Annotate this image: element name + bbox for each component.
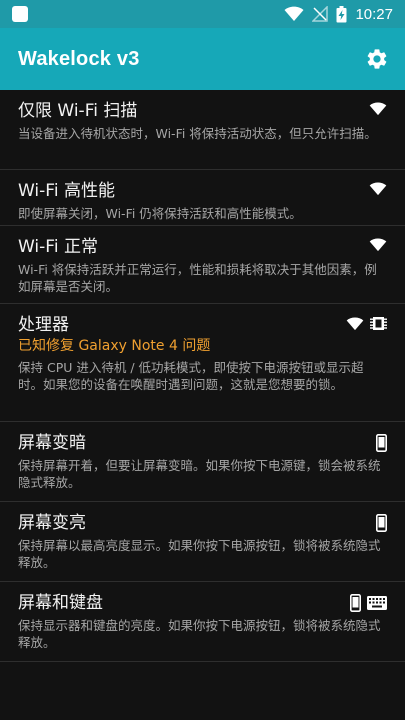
item-description: Wi-Fi 将保持活跃并正常运行，性能和损耗将取决于其他因素，例如屏幕是否关闭。 [18, 262, 377, 294]
no-signal-icon [312, 6, 329, 22]
list-item-processor[interactable]: 处理器 已知修复 Galaxy Note 4 问题 保持 CPU 进入待机 / … [0, 304, 405, 422]
item-title: 屏幕和键盘 [18, 593, 103, 613]
item-title: 屏幕变暗 [18, 433, 86, 453]
item-description: 保持屏幕开着，但要让屏幕变暗。如果你按下电源键，锁会被系统隐式释放。 [18, 458, 381, 490]
phone-icon [376, 434, 387, 452]
app-notification-icon [12, 6, 28, 22]
item-title: Wi-Fi 正常 [18, 237, 98, 257]
phone-icon [376, 514, 387, 532]
list-item-screen-dim[interactable]: 屏幕变暗 保持屏幕开着，但要让屏幕变暗。如果你按下电源键，锁会被系统隐式释放。 [0, 422, 405, 502]
settings-button[interactable] [363, 45, 391, 73]
phone-icon [350, 594, 361, 612]
list-item-wifi-high-perf[interactable]: Wi-Fi 高性能 即使屏幕关闭，Wi-Fi 仍将保持活跃和高性能模式。 [0, 170, 405, 226]
item-title: 仅限 Wi-Fi 扫描 [18, 101, 138, 121]
wifi-icon [369, 102, 387, 116]
item-description: 当设备进入待机状态时，Wi-Fi 将保持活动状态，但只允许扫描。 [18, 126, 377, 141]
item-title: 处理器 [18, 315, 69, 335]
item-description: 保持 CPU 进入待机 / 低功耗模式，即使按下电源按钮或显示超时。如果您的设备… [18, 360, 364, 392]
item-description: 即使屏幕关闭，Wi-Fi 仍将保持活跃和高性能模式。 [18, 206, 302, 221]
cpu-chip-icon [370, 317, 387, 330]
item-description: 保持屏幕以最高亮度显示。如果你按下电源按钮，锁将被系统隐式释放。 [18, 538, 381, 570]
list-item-screen-keyboard[interactable]: 屏幕和键盘 保持显示器和键盘的亮度。如果你按下电源按钮，锁将被系统隐式释放。 [0, 582, 405, 662]
keyboard-icon [367, 596, 387, 610]
wakelock-list: 仅限 Wi-Fi 扫描 当设备进入待机状态时，Wi-Fi 将保持活动状态，但只允… [0, 90, 405, 662]
status-bar: 10:27 [0, 0, 405, 28]
gear-icon [367, 49, 387, 69]
item-warning: 已知修复 Galaxy Note 4 问题 [18, 338, 211, 354]
list-item-wifi-normal[interactable]: Wi-Fi 正常 Wi-Fi 将保持活跃并正常运行，性能和损耗将取决于其他因素，… [0, 226, 405, 304]
status-time: 10:27 [355, 5, 393, 23]
item-title: Wi-Fi 高性能 [18, 181, 115, 201]
wifi-icon [284, 6, 304, 21]
list-item-screen-bright[interactable]: 屏幕变亮 保持屏幕以最高亮度显示。如果你按下电源按钮，锁将被系统隐式释放。 [0, 502, 405, 582]
app-bar: Wakelock v3 [0, 28, 405, 90]
app-title: Wakelock v3 [18, 47, 140, 70]
item-description: 保持显示器和键盘的亮度。如果你按下电源按钮，锁将被系统隐式释放。 [18, 618, 381, 650]
battery-charging-icon [336, 5, 347, 22]
wifi-icon [346, 317, 364, 330]
list-item-wifi-scan-only[interactable]: 仅限 Wi-Fi 扫描 当设备进入待机状态时，Wi-Fi 将保持活动状态，但只允… [0, 90, 405, 170]
item-title: 屏幕变亮 [18, 513, 86, 533]
wifi-icon [369, 238, 387, 252]
wifi-icon [369, 182, 387, 196]
